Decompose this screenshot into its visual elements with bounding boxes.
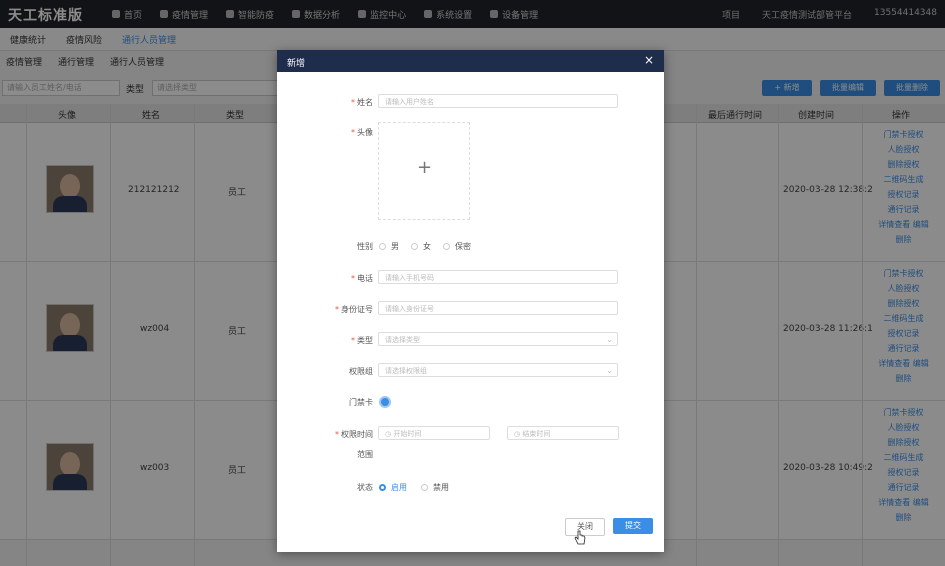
id-number-label: * 身份证号 xyxy=(335,305,373,314)
gender-male-radio[interactable] xyxy=(379,243,386,250)
avatar-label: * 头像 xyxy=(351,128,373,137)
phone-input[interactable]: 请输入手机号码 xyxy=(378,270,618,284)
submit-button[interactable]: 提交 xyxy=(613,518,653,534)
gender-radio-group: 男 女 保密 xyxy=(373,241,471,252)
name-input[interactable]: 请输入用户姓名 xyxy=(378,94,618,108)
avatar-upload[interactable]: + xyxy=(378,122,470,220)
add-person-dialog: 新增 × * 姓名 请输入用户姓名 * 头像 + 性别 男 女 保密 * 电话 请输入… xyxy=(277,50,664,552)
access-card-toggle[interactable] xyxy=(379,396,391,408)
name-label: * 姓名 xyxy=(351,98,373,107)
type-select[interactable]: 请选择类型 ⌄ xyxy=(378,332,618,346)
chevron-down-icon: ⌄ xyxy=(606,366,613,375)
access-card-label: 门禁卡 xyxy=(349,398,373,407)
status-radio-group: 启用 禁用 xyxy=(373,482,449,493)
phone-label: * 电话 xyxy=(351,274,373,283)
permission-time-label: * 权限时间 xyxy=(335,430,373,439)
status-label: 状态 xyxy=(357,483,373,492)
plus-icon: + xyxy=(417,157,433,178)
end-time-input[interactable]: ◷ 结束时间 xyxy=(507,426,619,440)
permission-time-label-2: 范围 xyxy=(357,450,373,459)
id-number-input[interactable]: 请输入身份证号 xyxy=(378,301,618,315)
status-disabled-radio[interactable] xyxy=(421,484,428,491)
start-time-input[interactable]: ◷ 开始时间 xyxy=(378,426,490,440)
close-icon[interactable]: × xyxy=(644,53,654,67)
permission-group-select[interactable]: 请选择权限组 ⌄ xyxy=(378,363,618,377)
chevron-down-icon: ⌄ xyxy=(606,335,613,344)
hand-cursor-icon xyxy=(574,530,586,545)
gender-secret-radio[interactable] xyxy=(443,243,450,250)
status-enabled-radio[interactable] xyxy=(379,484,386,491)
gender-label: 性别 xyxy=(357,242,373,251)
gender-female-radio[interactable] xyxy=(411,243,418,250)
type-label: * 类型 xyxy=(351,336,373,345)
permission-group-label: 权限组 xyxy=(349,367,373,376)
dialog-title: 新增 xyxy=(287,59,306,69)
dialog-header: 新增 × xyxy=(277,50,664,72)
